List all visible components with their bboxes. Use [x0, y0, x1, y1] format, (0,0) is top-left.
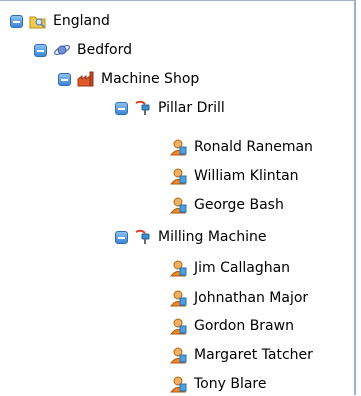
tree-node-label: Tony Blare: [194, 376, 267, 392]
tree-node-label: Jim Callaghan: [194, 260, 291, 276]
tree-node-person[interactable]: Tony Blare: [170, 372, 266, 396]
factory-icon: [77, 71, 94, 87]
person-icon: [170, 376, 187, 393]
tree-node-person[interactable]: William Klintan: [170, 164, 299, 188]
tree-node-person[interactable]: Ronald Raneman: [170, 135, 313, 159]
tree-node-label: George Bash: [194, 197, 284, 213]
tree-node-label: Bedford: [77, 42, 132, 58]
collapse-toggle-icon[interactable]: [115, 101, 128, 115]
person-icon: [170, 318, 187, 335]
tree-node-label: Milling Machine: [158, 229, 267, 245]
tree-node-person[interactable]: Jim Callaghan: [170, 256, 290, 280]
tree-node-milling-machine[interactable]: Milling Machine: [115, 225, 266, 249]
tree-node-label: Ronald Raneman: [194, 139, 313, 155]
collapse-toggle-icon[interactable]: [115, 230, 128, 244]
planet-icon: [54, 45, 70, 55]
tree-node-pillar-drill[interactable]: Pillar Drill: [115, 96, 225, 120]
collapse-toggle-icon[interactable]: [10, 14, 23, 28]
tree-node-person[interactable]: Gordon Brawn: [170, 314, 294, 338]
drill-icon: [135, 229, 150, 244]
panel-top-border: [0, 0, 356, 3]
tree-node-bedford[interactable]: Bedford: [34, 38, 132, 62]
tree-node-person[interactable]: George Bash: [170, 193, 284, 217]
tree-node-label: Machine Shop: [101, 71, 200, 87]
tree-panel: England Bedford Machine Shop Pillar Dril…: [0, 0, 356, 395]
person-icon: [170, 260, 187, 277]
collapse-toggle-icon[interactable]: [58, 72, 71, 86]
tree-node-label: England: [53, 13, 110, 29]
person-icon: [170, 197, 187, 214]
tree-node-label: Gordon Brawn: [194, 318, 294, 334]
drill-icon: [135, 100, 150, 115]
tree-node-label: Johnathan Major: [194, 290, 309, 306]
person-icon: [170, 168, 187, 185]
tree-node-england[interactable]: England: [10, 9, 110, 33]
person-icon: [170, 347, 187, 364]
tree-node-label: Margaret Tatcher: [194, 347, 313, 363]
person-icon: [170, 290, 187, 307]
folder-search-icon: [29, 16, 46, 29]
tree-node-person[interactable]: Johnathan Major: [170, 286, 308, 310]
tree-node-label: William Klintan: [194, 168, 299, 184]
collapse-toggle-icon[interactable]: [34, 43, 47, 57]
person-icon: [170, 139, 187, 156]
tree-node-person[interactable]: Margaret Tatcher: [170, 343, 313, 367]
tree-node-machine-shop[interactable]: Machine Shop: [58, 67, 199, 91]
tree-node-label: Pillar Drill: [158, 100, 225, 116]
